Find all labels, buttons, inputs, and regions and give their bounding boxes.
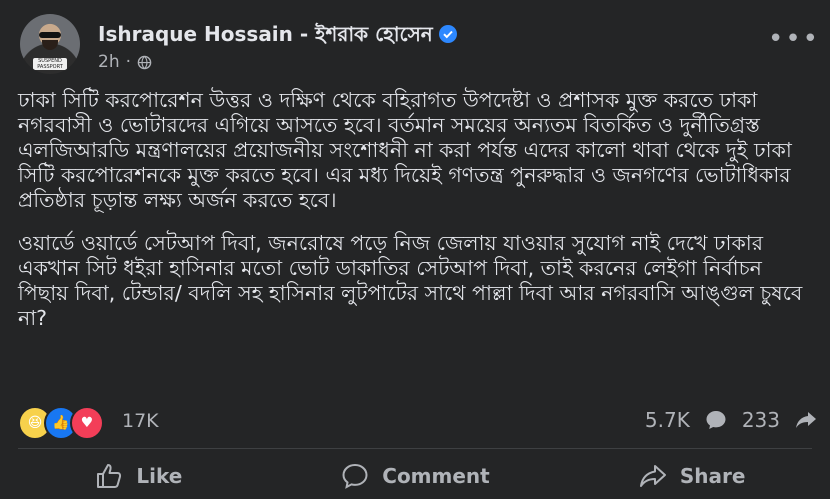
- more-options-icon[interactable]: •••: [768, 24, 820, 54]
- comment-button[interactable]: Comment: [277, 452, 554, 499]
- share-arrow-icon: [639, 464, 666, 487]
- avatar-beard: [42, 40, 58, 50]
- share-button[interactable]: Share: [553, 452, 830, 499]
- comment-icon: [706, 411, 726, 429]
- globe-icon: [137, 55, 152, 69]
- post-content: ঢাকা সিটি করপোরেশন উত্তর ও দক্ষিণ থেকে ব…: [18, 88, 818, 331]
- post-paragraph-2: ওয়ার্ডে ওয়ার্ডে সেটআপ দিবা, জনরোষে পড়…: [18, 231, 803, 330]
- reaction-icons[interactable]: 😆 👍 ♥: [18, 406, 104, 440]
- author-name[interactable]: Ishraque Hossain - ইশরাক হোসেন: [98, 22, 433, 46]
- share-label: Share: [679, 463, 746, 488]
- avatar[interactable]: SUSPEND PASSPORT: [20, 14, 80, 74]
- divider: [18, 448, 812, 449]
- avatar-sunglasses: [39, 32, 61, 38]
- author-name-row[interactable]: Ishraque Hossain - ইশরাক হোসেন: [98, 20, 457, 53]
- post-time[interactable]: 2h: [98, 52, 120, 72]
- comments-count[interactable]: 5.7K: [645, 408, 690, 432]
- dot-separator: ·: [125, 52, 131, 72]
- post-meta: 2h ·: [98, 52, 152, 72]
- reactions-count[interactable]: 17K: [122, 410, 159, 432]
- post-stats: 😆 👍 ♥ 17K 5.7K 233: [18, 406, 818, 440]
- facebook-post: SUSPEND PASSPORT Ishraque Hossain - ইশরা…: [0, 0, 830, 499]
- comment-bubble-icon: [342, 463, 368, 489]
- engagement-counts: 5.7K 233: [645, 408, 818, 432]
- thumbs-up-icon: [97, 463, 122, 488]
- comment-label: Comment: [382, 463, 490, 488]
- verified-badge-icon: [438, 25, 457, 43]
- post-actions: Like Comment Share: [0, 452, 830, 499]
- avatar-badge: SUSPEND PASSPORT: [33, 58, 67, 70]
- post-header: SUSPEND PASSPORT Ishraque Hossain - ইশরা…: [20, 14, 820, 74]
- love-reaction-icon: ♥: [70, 406, 104, 440]
- post-paragraph-1: ঢাকা সিটি করপোরেশন উত্তর ও দক্ষিণ থেকে ব…: [18, 88, 792, 212]
- like-button[interactable]: Like: [0, 452, 277, 499]
- like-label: Like: [136, 463, 183, 488]
- share-icon: [796, 412, 816, 428]
- shares-count[interactable]: 233: [742, 408, 780, 432]
